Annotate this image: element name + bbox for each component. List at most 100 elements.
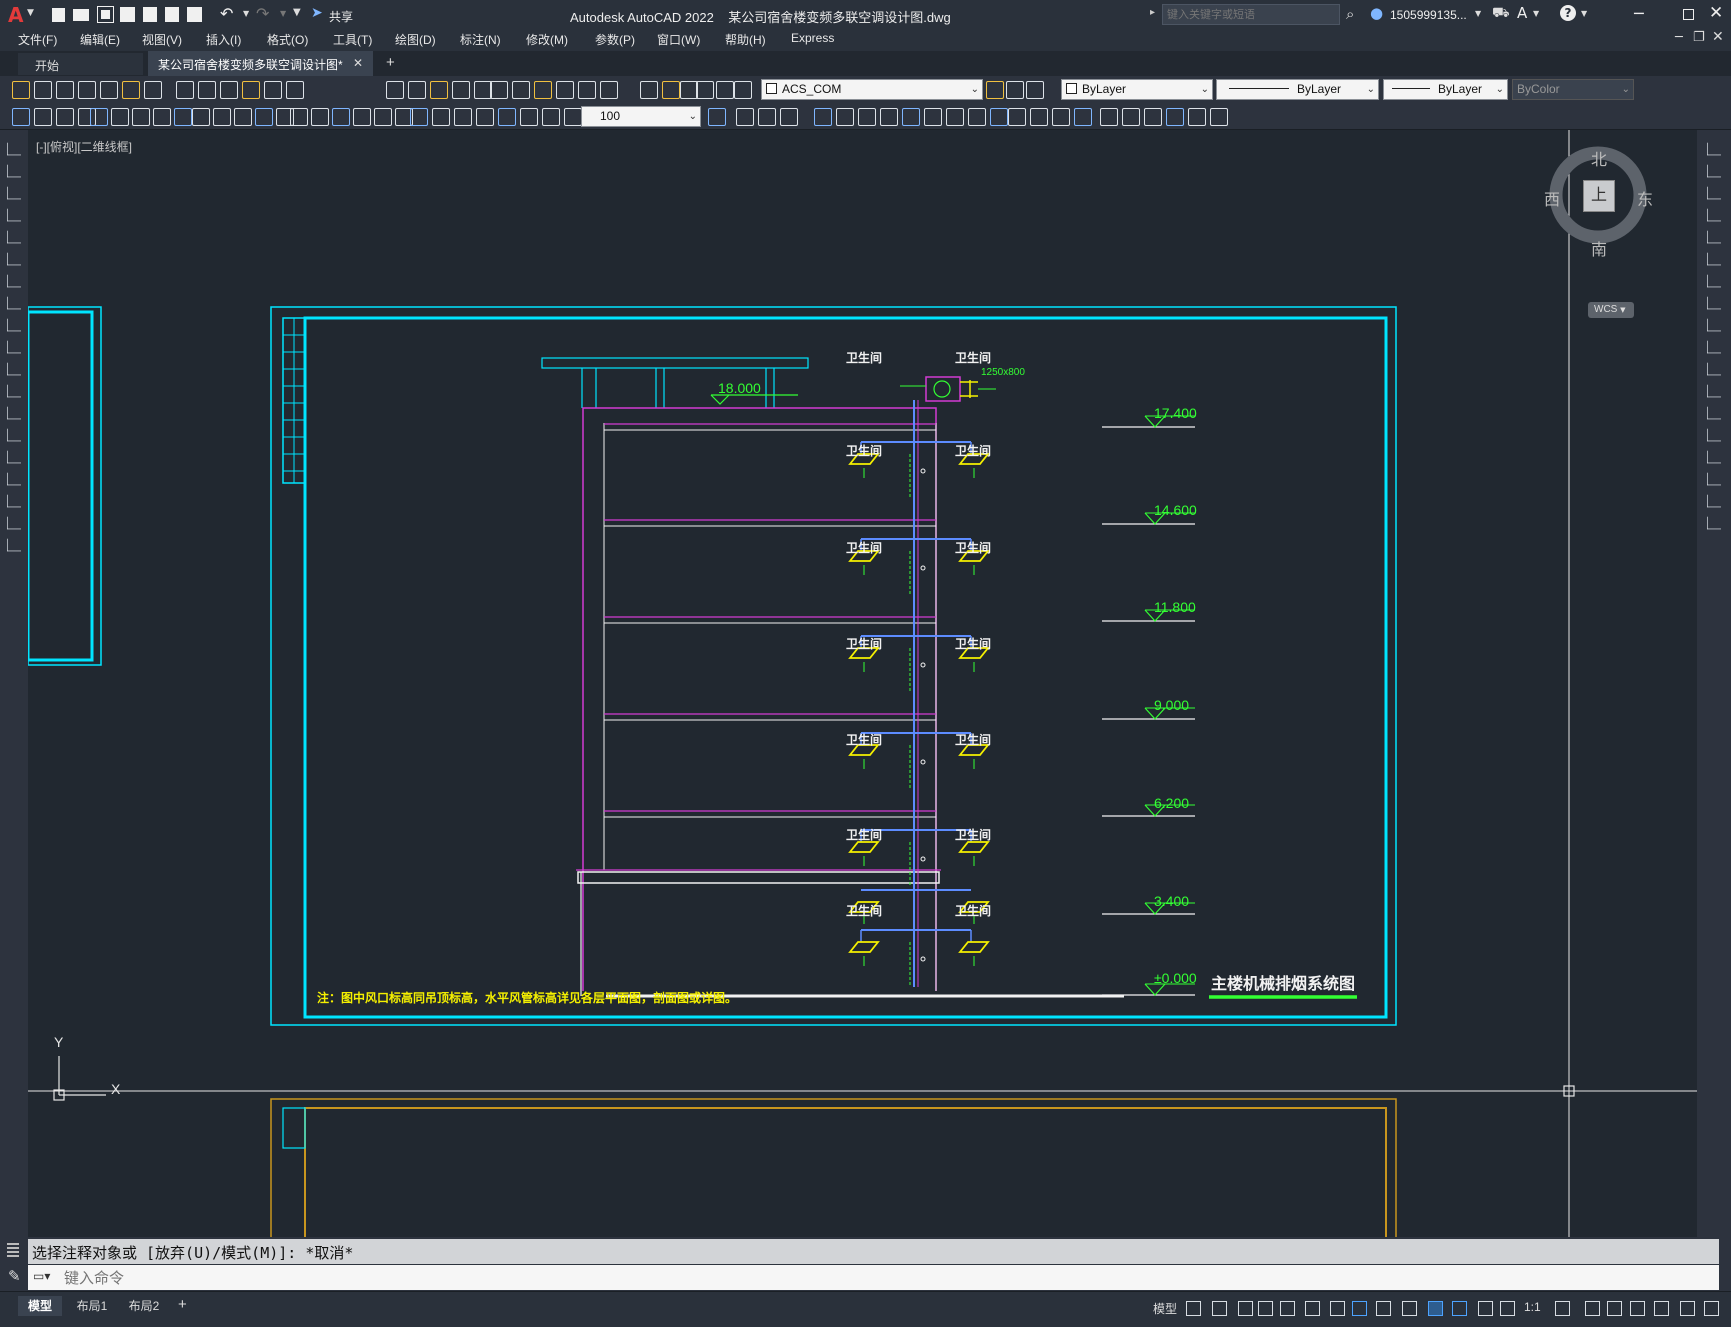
dim-scale-combo[interactable]: 100 ⌄: [581, 106, 701, 127]
doc-minimize-icon[interactable]: ─: [1675, 30, 1683, 45]
left-draw-tool-icon[interactable]: [7, 252, 21, 266]
draw-modify-tool-icon[interactable]: [192, 108, 210, 126]
standard-tool-icon[interactable]: [386, 81, 404, 99]
standard-tool-icon[interactable]: [640, 81, 658, 99]
draw-modify-tool-icon[interactable]: [311, 108, 329, 126]
tab-drawing[interactable]: 某公司宿舍楼变频多联空调设计图*: [148, 51, 373, 76]
right-modify-tool-icon[interactable]: [1707, 384, 1721, 398]
standard-tool-icon[interactable]: [662, 81, 680, 99]
search-icon[interactable]: ⌕: [1346, 5, 1354, 23]
draw-modify-tool-icon[interactable]: [454, 108, 472, 126]
new-tab-button[interactable]: +: [386, 54, 395, 71]
undo-dropdown-icon[interactable]: ▼: [243, 9, 249, 18]
command-customize-icon[interactable]: ✎: [8, 1267, 21, 1285]
open-web-icon[interactable]: [143, 7, 157, 22]
status-toggle-icon[interactable]: [1402, 1301, 1417, 1316]
compass-west[interactable]: 西: [1544, 186, 1560, 210]
left-draw-tool-icon[interactable]: [7, 384, 21, 398]
status-toggle-icon[interactable]: [1238, 1301, 1253, 1316]
standard-tool-icon[interactable]: [1006, 81, 1024, 99]
standard-tool-icon[interactable]: [176, 81, 194, 99]
layout-tab-1[interactable]: 布局1: [70, 1296, 114, 1316]
draw-modify-tool-icon[interactable]: [374, 108, 392, 126]
right-modify-tool-icon[interactable]: [1707, 428, 1721, 442]
menu-tools[interactable]: 工具(T): [333, 31, 372, 48]
draw-modify-tool-icon[interactable]: [213, 108, 231, 126]
menu-modify[interactable]: 修改(M): [526, 31, 568, 48]
status-toggle-icon[interactable]: [1428, 1301, 1443, 1316]
status-toggle-icon[interactable]: [1555, 1301, 1570, 1316]
draw-modify-tool-icon[interactable]: [1074, 108, 1092, 126]
draw-modify-tool-icon[interactable]: [758, 108, 776, 126]
lineweight-combo[interactable]: ByLayer ⌄: [1383, 79, 1508, 100]
draw-modify-tool-icon[interactable]: [12, 108, 30, 126]
standard-tool-icon[interactable]: [512, 81, 530, 99]
command-input-box[interactable]: ▭▾: [28, 1265, 1719, 1290]
command-input[interactable]: [64, 1267, 1704, 1288]
layout-tab-model[interactable]: 模型: [18, 1296, 62, 1316]
draw-modify-tool-icon[interactable]: [1122, 108, 1140, 126]
redo-dropdown-icon[interactable]: ▼: [280, 9, 286, 18]
open-file-icon[interactable]: [73, 9, 89, 21]
status-toggle-icon[interactable]: [1280, 1301, 1295, 1316]
draw-modify-tool-icon[interactable]: [542, 108, 560, 126]
standard-tool-icon[interactable]: [408, 81, 426, 99]
standard-tool-icon[interactable]: [716, 81, 734, 99]
status-toggle-icon[interactable]: [1630, 1301, 1645, 1316]
compass-east[interactable]: 东: [1637, 186, 1653, 210]
draw-modify-tool-icon[interactable]: [1188, 108, 1206, 126]
draw-modify-tool-icon[interactable]: [520, 108, 538, 126]
color-combo[interactable]: ByLayer ⌄: [1061, 79, 1213, 100]
left-draw-tool-icon[interactable]: [7, 538, 21, 552]
standard-tool-icon[interactable]: [56, 81, 74, 99]
left-draw-tool-icon[interactable]: [7, 450, 21, 464]
left-draw-tool-icon[interactable]: [7, 494, 21, 508]
menu-draw[interactable]: 绘图(D): [395, 31, 436, 48]
right-modify-tool-icon[interactable]: [1707, 208, 1721, 222]
status-toggle-icon[interactable]: [1478, 1301, 1493, 1316]
draw-modify-tool-icon[interactable]: [410, 108, 428, 126]
save-web-icon[interactable]: [165, 7, 179, 22]
right-modify-tool-icon[interactable]: [1707, 340, 1721, 354]
command-grip-icon[interactable]: [7, 1243, 19, 1257]
standard-tool-icon[interactable]: [286, 81, 304, 99]
menu-edit[interactable]: 编辑(E): [80, 31, 120, 48]
standard-tool-icon[interactable]: [264, 81, 282, 99]
plotstyle-combo[interactable]: ByColor ⌄: [1512, 79, 1634, 100]
menu-view[interactable]: 视图(V): [142, 31, 182, 48]
doc-restore-icon[interactable]: ❐: [1693, 30, 1705, 45]
left-draw-tool-icon[interactable]: [7, 516, 21, 530]
standard-tool-icon[interactable]: [556, 81, 574, 99]
draw-modify-tool-icon[interactable]: [90, 108, 108, 126]
standard-tool-icon[interactable]: [78, 81, 96, 99]
right-modify-tool-icon[interactable]: [1707, 252, 1721, 266]
left-draw-tool-icon[interactable]: [7, 296, 21, 310]
right-modify-tool-icon[interactable]: [1707, 274, 1721, 288]
status-toggle-icon[interactable]: [1607, 1301, 1622, 1316]
right-modify-tool-icon[interactable]: [1707, 450, 1721, 464]
draw-modify-tool-icon[interactable]: [880, 108, 898, 126]
tab-close-icon[interactable]: ✕: [353, 56, 363, 70]
layer-combo[interactable]: ACS_COM ⌄: [761, 79, 983, 100]
search-input[interactable]: [1162, 4, 1340, 25]
new-file-icon[interactable]: [52, 8, 65, 22]
compass-south[interactable]: 南: [1591, 236, 1607, 260]
help-icon[interactable]: ?: [1560, 5, 1576, 21]
standard-tool-icon[interactable]: [430, 81, 448, 99]
draw-modify-tool-icon[interactable]: [564, 108, 582, 126]
user-dropdown-icon[interactable]: ▼: [1475, 9, 1481, 18]
right-modify-tool-icon[interactable]: [1707, 472, 1721, 486]
draw-modify-tool-icon[interactable]: [476, 108, 494, 126]
autocad-logo[interactable]: A: [8, 3, 23, 27]
viewcube-face[interactable]: 上: [1583, 180, 1615, 212]
standard-tool-icon[interactable]: [144, 81, 162, 99]
menu-dimension[interactable]: 标注(N): [460, 31, 501, 48]
draw-modify-tool-icon[interactable]: [432, 108, 450, 126]
left-draw-tool-icon[interactable]: [7, 186, 21, 200]
draw-modify-tool-icon[interactable]: [946, 108, 964, 126]
left-draw-tool-icon[interactable]: [7, 142, 21, 156]
autodesk-a360-icon[interactable]: A: [1517, 4, 1527, 22]
menu-insert[interactable]: 插入(I): [206, 31, 241, 48]
standard-tool-icon[interactable]: [696, 81, 714, 99]
standard-tool-icon[interactable]: [34, 81, 52, 99]
